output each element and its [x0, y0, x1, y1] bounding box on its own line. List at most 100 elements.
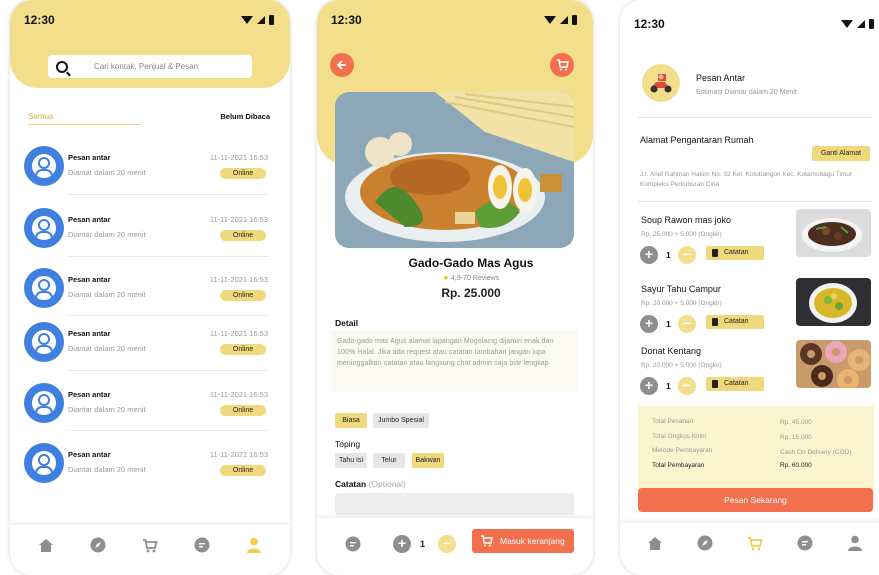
divider: [68, 194, 270, 195]
wifi-icon: [841, 20, 853, 28]
increase-button[interactable]: +: [640, 377, 658, 395]
method-label: Metode Pembayaran: [652, 447, 713, 454]
chat-item[interactable]: Pesan antar Diantar dalam 20 menit 11-11…: [22, 440, 272, 490]
bottom-nav: [620, 523, 879, 563]
avatar: [24, 146, 64, 186]
product-photo: [335, 92, 574, 248]
toping-label: Toping: [335, 439, 361, 449]
back-button[interactable]: [330, 53, 354, 77]
delivery-title: Pesan Antar: [696, 73, 746, 83]
decrease-button[interactable]: −: [678, 246, 696, 264]
item-price: Rp. 20.000 + 5.000 (Ongkir): [641, 362, 722, 369]
increase-button[interactable]: +: [640, 315, 658, 333]
chat-item[interactable]: Pesan antar Diantar dalam 20 menit 11-11…: [22, 380, 272, 430]
decrease-button[interactable]: −: [678, 377, 696, 395]
cart-icon[interactable]: [747, 535, 763, 551]
ongkir-value: Rp. 15.000: [780, 434, 812, 441]
chat-item[interactable]: Pesan antar Diantar dalam 20 menit 11-11…: [22, 143, 272, 193]
chat-subtitle: Diantar dalam 20 menit: [68, 230, 146, 239]
search-placeholder: Cari kontak, Penjual & Pesan: [94, 62, 199, 71]
toping-telur[interactable]: Telur: [373, 453, 405, 468]
chat-icon[interactable]: [345, 536, 361, 552]
change-address-button[interactable]: Ganti Alamat: [812, 146, 870, 161]
toping-tahu-isi[interactable]: Tahu Isi: [335, 453, 367, 468]
chat-item[interactable]: Pesan antar Diantar dalam 20 menit 11-11…: [22, 319, 272, 369]
decrease-button[interactable]: −: [438, 535, 456, 553]
explore-icon[interactable]: [90, 537, 106, 553]
status-time: 12:30: [24, 13, 55, 27]
toping-bakwan[interactable]: Bakwan: [412, 453, 444, 468]
battery-icon: [572, 15, 577, 25]
checkout-screen: 12:30 Pesan Antar Estimasi Diantar dalam…: [620, 0, 879, 575]
profile-icon[interactable]: [847, 535, 863, 551]
note-icon: [712, 249, 718, 257]
chat-icon[interactable]: [194, 537, 210, 553]
chat-item[interactable]: Pesan antar Diantar dalam 20 menit 11-11…: [22, 265, 272, 315]
product-info: Gado-Gado Mas Agus ★ 4,9-70 Reviews Rp. …: [371, 252, 571, 304]
chat-name: Pesan antar: [68, 275, 111, 284]
chat-icon[interactable]: [797, 535, 813, 551]
cart-icon: [481, 535, 493, 547]
cart-button[interactable]: [550, 53, 574, 77]
status-time: 12:30: [331, 13, 362, 27]
search-icon: [56, 60, 68, 73]
option-biasa[interactable]: Biasa: [335, 413, 367, 428]
pay-value: Rp. 60.000: [780, 462, 812, 469]
note-icon: [712, 380, 718, 388]
explore-icon[interactable]: [697, 535, 713, 551]
status-badge: Online: [220, 465, 266, 476]
wifi-icon: [544, 16, 556, 24]
item-name: Donat Kentang: [641, 346, 702, 356]
chat-subtitle: Diantar dalam 20 menit: [68, 168, 146, 177]
search-input[interactable]: Cari kontak, Penjual & Pesan: [48, 55, 252, 78]
divider: [68, 370, 270, 371]
chat-date: 11-11-2021 16:53: [209, 153, 268, 162]
chat-tabs: Semua Belum Dibaca: [28, 112, 270, 125]
option-jumbo-spesial[interactable]: Jumbo Spesial: [373, 413, 429, 428]
item-photo: [796, 340, 871, 388]
status-bar: 12:30: [317, 0, 593, 40]
divider: [638, 201, 872, 202]
divider: [68, 256, 270, 257]
item-price: Rp. 25.000 + 5.000 (Ongkir): [641, 231, 722, 238]
chat-name: Pesan antar: [68, 390, 111, 399]
home-icon[interactable]: [647, 535, 663, 551]
status-badge: Online: [220, 405, 266, 416]
total-value: Rp. 45.000: [780, 419, 812, 426]
chat-subtitle: Diantar dalam 20 menit: [68, 344, 146, 353]
pay-label: Total Pembayaran: [652, 462, 705, 469]
star-icon: ★: [442, 275, 450, 282]
decrease-button[interactable]: −: [678, 315, 696, 333]
signal-icon: [257, 16, 265, 24]
status-badge: Online: [220, 230, 266, 241]
profile-icon[interactable]: [246, 537, 262, 553]
cart-item: Soup Rawon mas joko Rp. 25.000 + 5.000 (…: [640, 209, 876, 287]
order-now-button[interactable]: Pesan Sekarang: [638, 488, 873, 512]
product-rating: ★ 4,9-70 Reviews: [442, 275, 500, 282]
home-icon[interactable]: [38, 537, 54, 553]
note-icon: [712, 318, 718, 326]
divider: [638, 117, 872, 118]
battery-icon: [869, 19, 874, 29]
note-button[interactable]: Catatan: [706, 246, 764, 260]
chat-subtitle: Diantar dalam 20 menit: [68, 465, 146, 474]
chat-date: 11-11-2021 16:53: [209, 450, 268, 459]
note-button[interactable]: Catatan: [706, 377, 764, 391]
status-time: 12:30: [634, 17, 665, 31]
increase-button[interactable]: +: [640, 246, 658, 264]
chat-subtitle: Diantar dalam 20 menit: [68, 405, 146, 414]
catatan-input[interactable]: [335, 493, 574, 515]
chat-item[interactable]: Pesan antar Diantar dalam 20 menit 11-11…: [22, 205, 272, 255]
total-label: Total Pesanan: [652, 418, 694, 425]
divider: [68, 315, 270, 316]
cart-icon[interactable]: [142, 537, 158, 553]
signal-icon: [857, 20, 865, 28]
increase-button[interactable]: +: [393, 535, 411, 553]
tab-all[interactable]: Semua: [28, 112, 141, 125]
note-button[interactable]: Catatan: [706, 315, 764, 329]
chat-date: 11-11-2021 16:53: [209, 215, 268, 224]
user-icon: [32, 276, 56, 300]
add-to-cart-button[interactable]: Masuk keranjang: [472, 529, 574, 553]
tab-unread[interactable]: Belum Dibaca: [220, 112, 270, 121]
chat-list-screen: 12:30 Cari kontak, Penjual & Pesan Semua…: [10, 0, 290, 575]
